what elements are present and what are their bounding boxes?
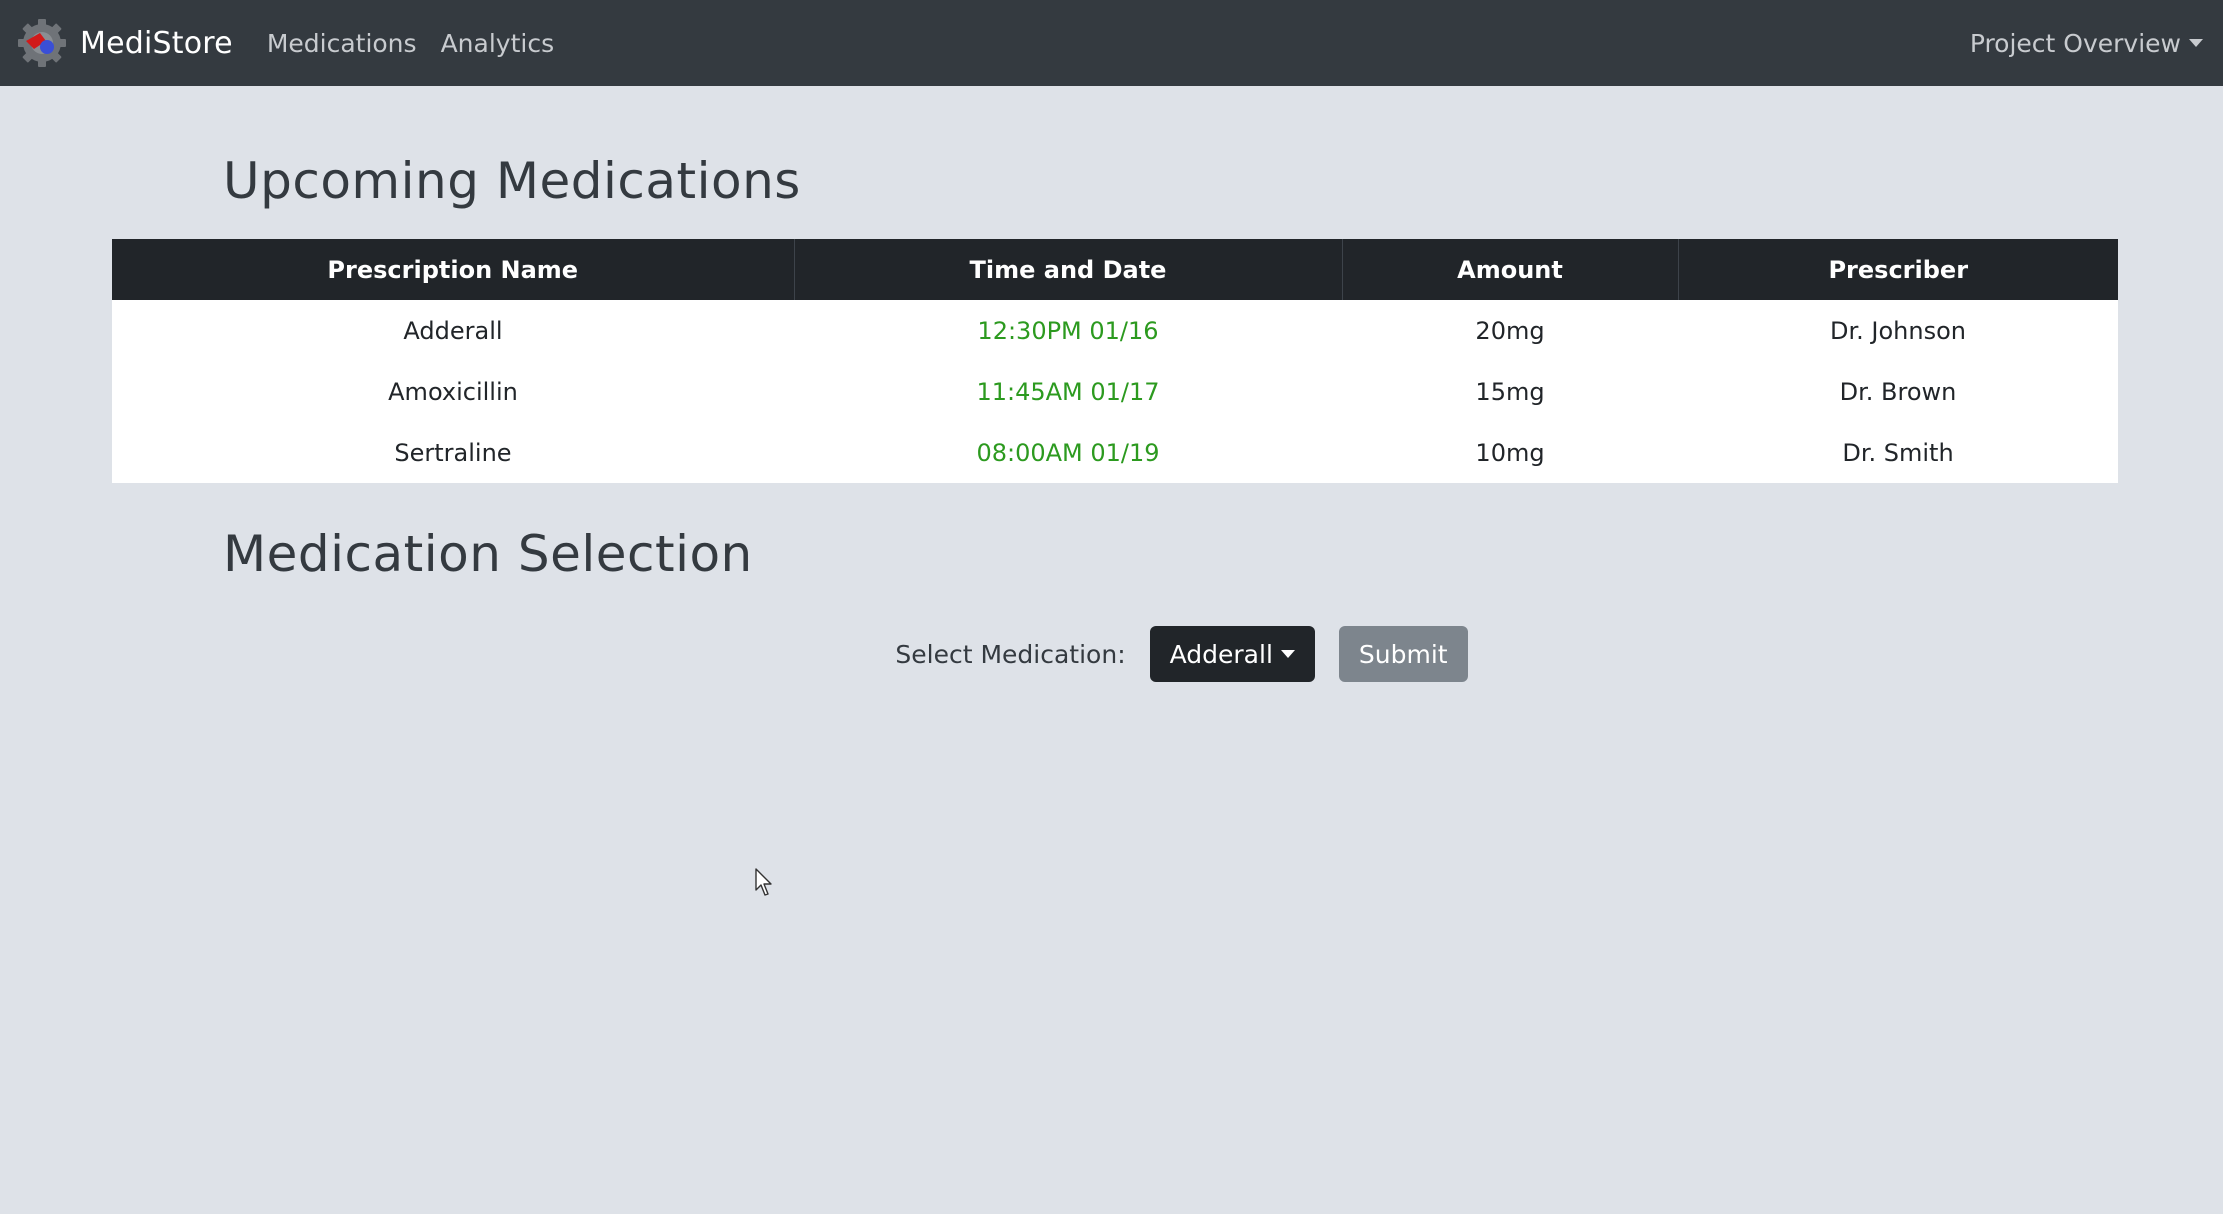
- amount-cell: 15mg: [1475, 377, 1545, 406]
- mouse-cursor-icon: [755, 868, 772, 896]
- prescriber-cell: Dr. Brown: [1839, 377, 1957, 406]
- prescription-name-cell: Amoxicillin: [388, 377, 518, 406]
- submit-button[interactable]: Submit: [1338, 626, 1468, 682]
- prescription-name-cell: Sertraline: [394, 438, 512, 467]
- column-header-prescription-name: Prescription Name: [112, 239, 795, 300]
- upcoming-medications-title: Upcoming Medications: [223, 152, 801, 210]
- column-header-prescriber: Prescriber: [1678, 239, 2118, 300]
- caret-down-icon: [2189, 39, 2203, 47]
- time-date-cell: 12:30PM 01/16: [977, 316, 1159, 345]
- select-medication-label: Select Medication:: [895, 639, 1126, 669]
- amount-cell: 20mg: [1475, 316, 1545, 345]
- prescription-name-cell: Adderall: [403, 316, 503, 345]
- column-header-amount: Amount: [1342, 239, 1679, 300]
- nav-link-analytics[interactable]: Analytics: [429, 29, 567, 58]
- brand-name: MediStore: [80, 25, 233, 61]
- time-date-cell: 08:00AM 01/19: [976, 438, 1160, 467]
- table-row: Sertraline 08:00AM 01/19 10mg Dr. Smith: [112, 422, 2118, 483]
- medication-dropdown-value: Adderall: [1169, 639, 1273, 669]
- project-overview-label: Project Overview: [1969, 28, 2181, 58]
- medistore-logo-icon: [18, 19, 66, 67]
- column-header-time-and-date: Time and Date: [794, 239, 1343, 300]
- time-date-cell: 11:45AM 01/17: [976, 377, 1160, 406]
- table-row: Amoxicillin 11:45AM 01/17 15mg Dr. Brown: [112, 361, 2118, 422]
- top-navbar: MediStore Medications Analytics Project …: [0, 0, 2223, 86]
- prescriber-cell: Dr. Smith: [1842, 438, 1954, 467]
- project-overview-dropdown[interactable]: Project Overview: [1970, 0, 2203, 86]
- prescriber-cell: Dr. Johnson: [1830, 316, 1966, 345]
- nav-link-medications[interactable]: Medications: [255, 29, 429, 58]
- medication-selection-title: Medication Selection: [223, 525, 753, 583]
- nav-links: Medications Analytics: [255, 29, 566, 58]
- chevron-down-icon: [1280, 650, 1295, 658]
- amount-cell: 10mg: [1475, 438, 1545, 467]
- upcoming-medications-table: Prescription Name Time and Date Amount P…: [112, 239, 2118, 483]
- table-row: Adderall 12:30PM 01/16 20mg Dr. Johnson: [112, 300, 2118, 361]
- medication-selection-form: Select Medication: Adderall Submit: [0, 626, 2223, 682]
- table-header-row: Prescription Name Time and Date Amount P…: [112, 239, 2118, 300]
- brand-link[interactable]: MediStore: [16, 17, 233, 69]
- medication-dropdown[interactable]: Adderall: [1149, 626, 1315, 682]
